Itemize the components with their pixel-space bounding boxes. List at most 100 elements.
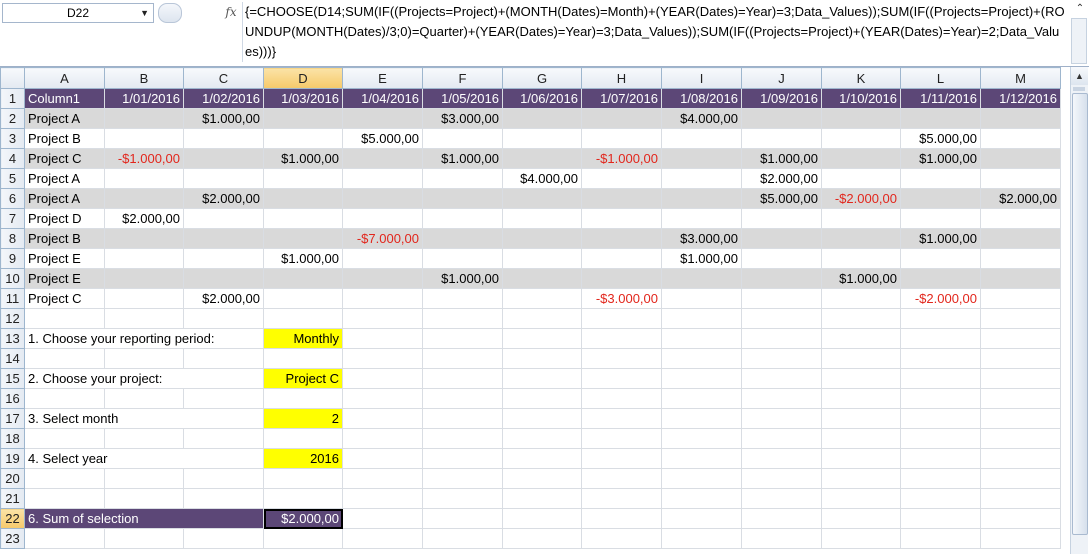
row-header[interactable]: 21: [0, 488, 25, 509]
row-header[interactable]: 15: [0, 368, 25, 389]
row-header[interactable]: 2: [0, 108, 25, 129]
empty-cell[interactable]: [741, 408, 822, 429]
project-name-cell[interactable]: Project A: [24, 188, 105, 209]
value-cell[interactable]: [821, 168, 901, 189]
row-header[interactable]: 20: [0, 468, 25, 489]
value-cell[interactable]: [342, 288, 423, 309]
collapse-formula-bar-icon[interactable]: ⌃: [1073, 2, 1087, 16]
empty-cell[interactable]: [741, 308, 822, 329]
value-cell[interactable]: [661, 288, 742, 309]
value-cell[interactable]: [422, 128, 503, 149]
empty-cell[interactable]: [422, 448, 503, 469]
value-cell[interactable]: [661, 188, 742, 209]
empty-cell[interactable]: [581, 448, 662, 469]
empty-cell[interactable]: [502, 528, 582, 549]
value-cell[interactable]: [741, 288, 822, 309]
value-cell[interactable]: [581, 208, 662, 229]
project-name-cell[interactable]: Project B: [24, 228, 105, 249]
value-cell[interactable]: [104, 128, 184, 149]
value-cell[interactable]: [980, 108, 1061, 129]
value-cell[interactable]: [821, 248, 901, 269]
value-cell[interactable]: [342, 208, 423, 229]
column-header-g[interactable]: G: [502, 67, 582, 89]
value-cell[interactable]: [104, 248, 184, 269]
empty-cell[interactable]: [980, 348, 1061, 369]
value-cell[interactable]: [263, 128, 343, 149]
project-name-cell[interactable]: Project D: [24, 208, 105, 229]
empty-cell[interactable]: [581, 408, 662, 429]
empty-cell[interactable]: [263, 488, 343, 509]
empty-cell[interactable]: [980, 448, 1061, 469]
empty-cell[interactable]: [741, 448, 822, 469]
value-cell[interactable]: [980, 228, 1061, 249]
empty-cell[interactable]: [821, 328, 901, 349]
row-header[interactable]: 17: [0, 408, 25, 429]
empty-cell[interactable]: [980, 368, 1061, 389]
project-name-cell[interactable]: Project A: [24, 168, 105, 189]
value-cell[interactable]: [900, 168, 981, 189]
value-cell[interactable]: $5.000,00: [900, 128, 981, 149]
value-cell[interactable]: [104, 108, 184, 129]
value-cell[interactable]: $3.000,00: [422, 108, 503, 129]
empty-cell[interactable]: [183, 488, 264, 509]
empty-cell[interactable]: [104, 308, 184, 329]
value-cell[interactable]: [741, 228, 822, 249]
column-header-d[interactable]: D: [263, 67, 343, 89]
empty-cell[interactable]: [502, 348, 582, 369]
value-cell[interactable]: [900, 248, 981, 269]
value-cell[interactable]: [502, 128, 582, 149]
empty-cell[interactable]: [263, 428, 343, 449]
empty-cell[interactable]: [263, 388, 343, 409]
empty-cell[interactable]: [661, 468, 742, 489]
empty-cell[interactable]: [661, 528, 742, 549]
value-cell[interactable]: -$1.000,00: [581, 148, 662, 169]
value-cell[interactable]: [581, 128, 662, 149]
value-cell[interactable]: $3.000,00: [661, 228, 742, 249]
value-cell[interactable]: $1.000,00: [422, 268, 503, 289]
value-cell[interactable]: [342, 188, 423, 209]
table-header-date[interactable]: 1/04/2016: [342, 88, 423, 109]
empty-cell[interactable]: [104, 388, 184, 409]
empty-cell[interactable]: [502, 388, 582, 409]
value-cell[interactable]: [741, 268, 822, 289]
value-cell[interactable]: [980, 148, 1061, 169]
value-cell[interactable]: [422, 168, 503, 189]
empty-cell[interactable]: [422, 468, 503, 489]
value-cell[interactable]: [900, 208, 981, 229]
empty-cell[interactable]: [661, 408, 742, 429]
empty-cell[interactable]: [581, 428, 662, 449]
row-header[interactable]: 4: [0, 148, 25, 169]
column-header-i[interactable]: I: [661, 67, 742, 89]
row-header[interactable]: 5: [0, 168, 25, 189]
empty-cell[interactable]: [980, 388, 1061, 409]
value-cell[interactable]: $1.000,00: [900, 148, 981, 169]
empty-cell[interactable]: [581, 488, 662, 509]
empty-cell[interactable]: [104, 468, 184, 489]
empty-cell[interactable]: [342, 528, 423, 549]
table-header-date[interactable]: 1/03/2016: [263, 88, 343, 109]
column-header-m[interactable]: M: [980, 67, 1061, 89]
value-cell[interactable]: [661, 208, 742, 229]
value-cell[interactable]: [502, 228, 582, 249]
empty-cell[interactable]: [263, 348, 343, 369]
table-header-date[interactable]: 1/01/2016: [104, 88, 184, 109]
value-cell[interactable]: [263, 108, 343, 129]
empty-cell[interactable]: [900, 528, 981, 549]
empty-cell[interactable]: [581, 508, 662, 529]
value-cell[interactable]: [502, 188, 582, 209]
empty-cell[interactable]: [502, 328, 582, 349]
insert-function-button[interactable]: fx: [222, 3, 240, 21]
value-cell[interactable]: [661, 128, 742, 149]
column-header-h[interactable]: H: [581, 67, 662, 89]
value-cell[interactable]: [263, 208, 343, 229]
empty-cell[interactable]: [104, 428, 184, 449]
value-cell[interactable]: $2.000,00: [741, 168, 822, 189]
empty-cell[interactable]: [104, 348, 184, 369]
project-name-cell[interactable]: Project C: [24, 288, 105, 309]
project-name-cell[interactable]: Project E: [24, 268, 105, 289]
empty-cell[interactable]: [422, 508, 503, 529]
row-header[interactable]: 7: [0, 208, 25, 229]
row-header[interactable]: 6: [0, 188, 25, 209]
empty-cell[interactable]: [342, 308, 423, 329]
empty-cell[interactable]: [741, 328, 822, 349]
